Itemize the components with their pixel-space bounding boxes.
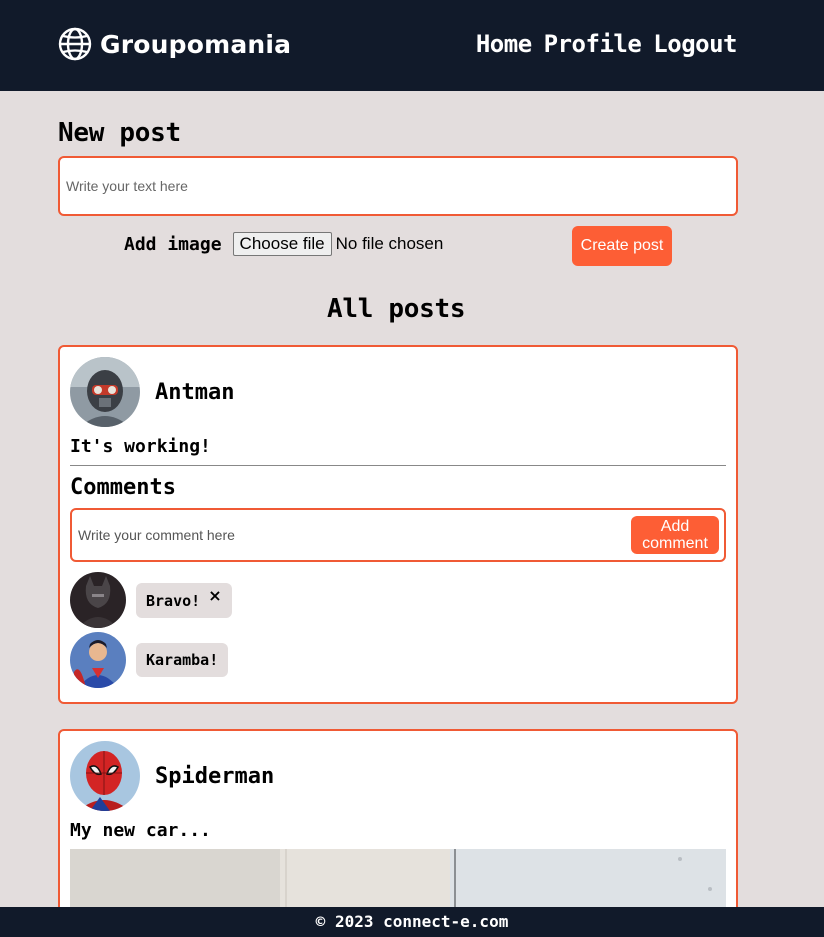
author-name: Antman (155, 379, 235, 405)
file-status-text: No file chosen (335, 234, 444, 253)
comments-title: Comments (70, 475, 176, 500)
comment-item: Karamba! (70, 632, 229, 688)
author-name: Spiderman (155, 763, 275, 789)
post-card: Spiderman My new car... (58, 729, 738, 929)
comment-item: Bravo! × (70, 572, 232, 628)
main-nav: Home Profile Logout (476, 30, 738, 58)
post-card: Antman It's working! Comments Add commen… (58, 345, 738, 704)
comment-bubble: Karamba! (136, 643, 229, 677)
commenter-avatar[interactable] (70, 572, 126, 628)
brand-name: Groupomania (100, 29, 292, 59)
comment-form: Add comment (70, 508, 726, 562)
page-footer: © 2023 connect-e.com (0, 907, 824, 937)
post-text: It's working! (70, 436, 211, 457)
post-divider (70, 465, 726, 466)
comment-bubble: Bravo! × (136, 582, 232, 618)
globe-icon (58, 27, 92, 61)
post-author-row: Spiderman (70, 741, 274, 811)
create-post-button[interactable]: Create post (572, 226, 672, 266)
comment-text: Bravo! (146, 591, 201, 610)
new-post-title: New post (58, 118, 181, 148)
nav-profile-link[interactable]: Profile (544, 30, 642, 58)
commenter-avatar[interactable] (70, 632, 126, 688)
post-text: My new car... (70, 820, 211, 841)
nav-home-link[interactable]: Home (476, 30, 532, 58)
choose-file-button[interactable]: Choose file (232, 232, 332, 256)
top-header: Groupomania Home Profile Logout (0, 0, 824, 91)
add-comment-button[interactable]: Add comment (631, 516, 719, 554)
all-posts-title: All posts (327, 294, 466, 324)
nav-logout-link[interactable]: Logout (653, 30, 737, 58)
new-post-input[interactable] (58, 156, 738, 216)
close-icon[interactable]: × (208, 586, 221, 605)
author-avatar[interactable] (70, 741, 140, 811)
comment-text: Karamba! (146, 651, 219, 669)
comment-input[interactable] (78, 523, 618, 547)
add-image-row: Add image Choose file No file chosen (124, 232, 443, 256)
author-avatar[interactable] (70, 357, 140, 427)
brand-logo[interactable]: Groupomania (58, 27, 291, 61)
post-author-row: Antman (70, 357, 234, 427)
add-image-label: Add image (124, 233, 222, 255)
